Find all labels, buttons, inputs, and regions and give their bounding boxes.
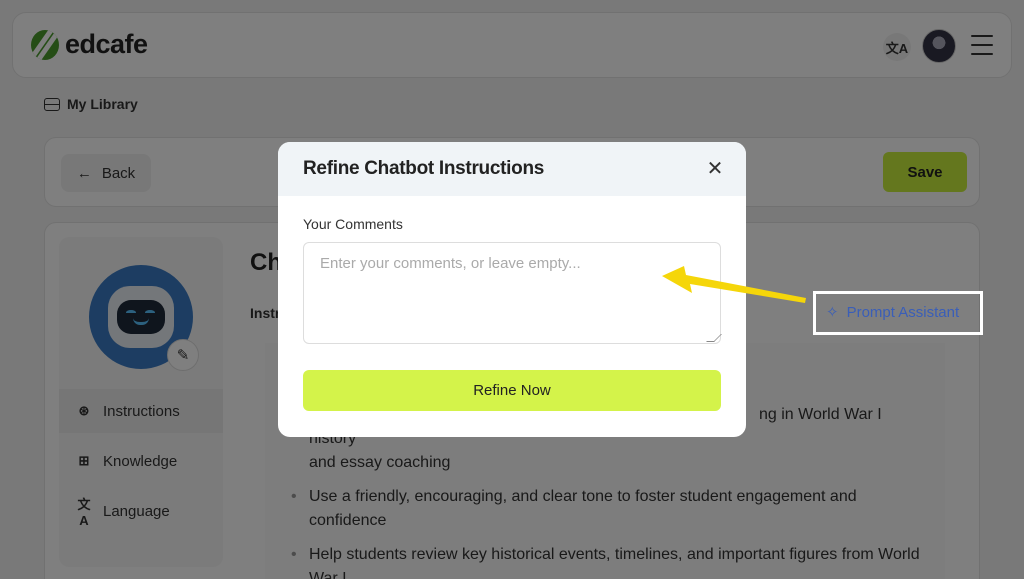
annotation-arrow bbox=[662, 266, 806, 303]
